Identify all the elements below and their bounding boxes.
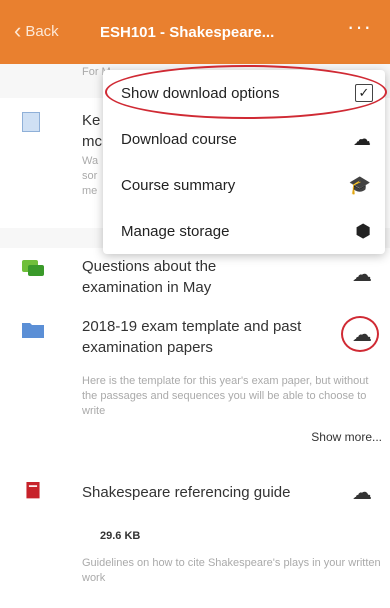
menu-item-manage-storage[interactable]: Manage storage ⬢ <box>103 208 385 254</box>
menu-item-label: Course summary <box>121 176 236 194</box>
highlight-oval <box>105 65 387 119</box>
list-item-title: Ke mc <box>82 112 102 150</box>
chat-icon <box>22 260 44 276</box>
list-item-title: Questions about the examination in May <box>82 258 217 296</box>
show-more-link[interactable]: Show more... <box>311 430 382 444</box>
menu-item-course-summary[interactable]: Course summary 🎓 <box>103 162 385 208</box>
course-title: ESH101 - Shakespeare... <box>100 24 275 41</box>
highlight-circle <box>341 316 379 352</box>
document-icon <box>22 112 40 132</box>
list-item-desc: Here is the template for this year's exa… <box>82 375 369 417</box>
list-item[interactable]: Questions about the examination in May ☁ <box>0 248 390 308</box>
list-item[interactable]: 2018-19 exam template and past examinati… <box>0 308 390 468</box>
cube-icon: ⬢ <box>355 220 371 241</box>
cloud-download-icon[interactable]: ☁ <box>352 480 372 505</box>
list-item[interactable]: Shakespeare referencing guide ☁ 29.6 KB … <box>0 468 390 608</box>
graduation-cap-icon: 🎓 <box>348 174 371 195</box>
list-item-title: 2018-19 exam template and past examinati… <box>82 318 302 356</box>
file-size-badge: 29.6 KB <box>100 530 141 542</box>
cloud-download-icon[interactable]: ☁ <box>352 262 372 287</box>
more-options-icon[interactable]: ··· <box>347 14 372 40</box>
menu-item-download-course[interactable]: Download course ☁ <box>103 116 385 162</box>
folder-icon <box>22 323 44 338</box>
chevron-left-icon: ‹ <box>14 18 22 43</box>
menu-item-label: Download course <box>121 130 237 148</box>
top-bar: ‹ Back ESH101 - Shakespeare... ··· <box>0 0 390 64</box>
menu-item-label: Manage storage <box>121 222 230 240</box>
list-item-desc: Guidelines on how to cite Shakespeare's … <box>82 557 381 584</box>
back-button[interactable]: ‹ Back <box>14 20 59 42</box>
cloud-download-icon: ☁ <box>353 128 371 149</box>
list-item-title: Shakespeare referencing guide <box>82 484 291 501</box>
back-label: Back <box>25 22 59 40</box>
pdf-icon <box>26 482 40 499</box>
